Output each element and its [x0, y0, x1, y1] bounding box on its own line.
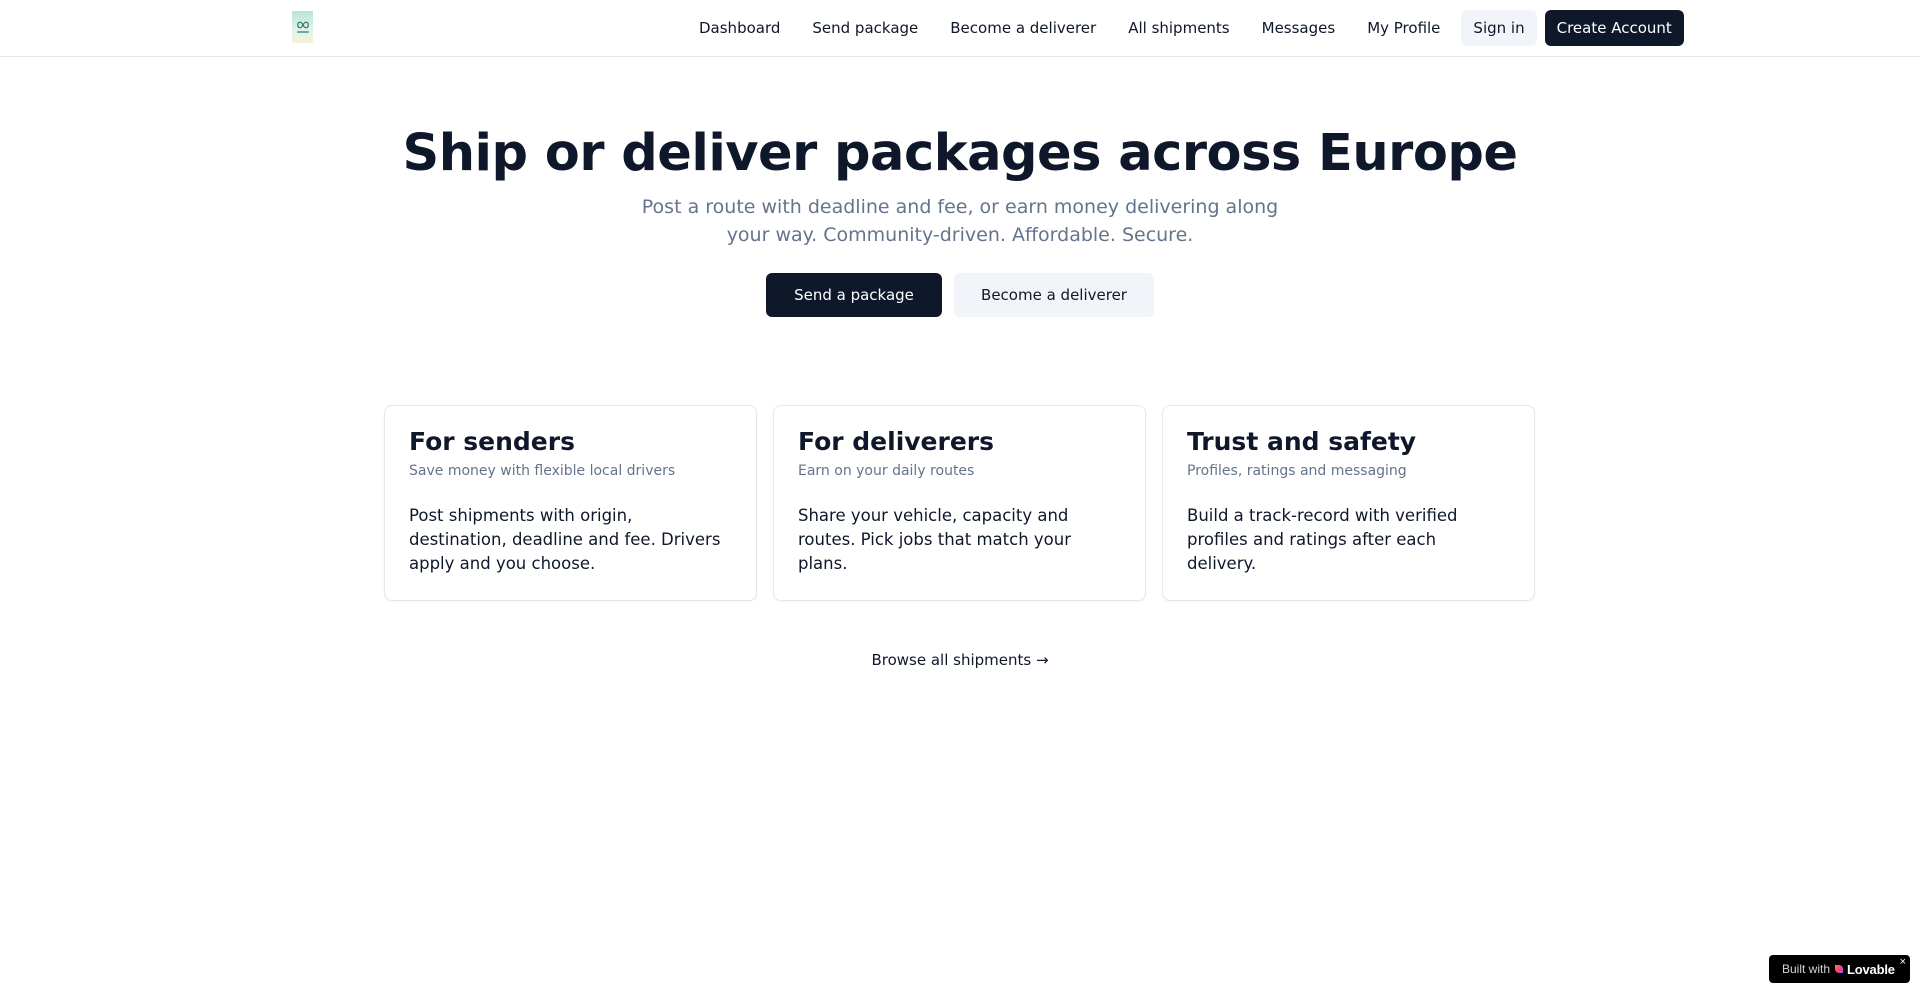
- nav-all-shipments[interactable]: All shipments: [1112, 10, 1245, 46]
- top-navbar: Dashboard Send package Become a delivere…: [0, 0, 1920, 57]
- lovable-heart-icon: [1835, 965, 1844, 973]
- brand-logo-icon[interactable]: [292, 11, 313, 43]
- nav-messages[interactable]: Messages: [1246, 10, 1352, 46]
- nav-dashboard[interactable]: Dashboard: [683, 10, 796, 46]
- built-with-lovable-badge[interactable]: Built with Lovable ×: [1769, 955, 1910, 983]
- card-title: Trust and safety: [1187, 427, 1417, 456]
- hero-actions: Send a package Become a deliverer: [0, 273, 1920, 317]
- browse-section: Browse all shipments →: [0, 650, 1920, 669]
- nav-become-deliverer[interactable]: Become a deliverer: [934, 10, 1112, 46]
- card-subtitle: Save money with flexible local drivers: [409, 463, 676, 479]
- badge-brand: Lovable: [1847, 961, 1895, 977]
- hero-title: Ship or deliver packages across Europe: [402, 124, 1518, 183]
- main-nav: Dashboard Send package Become a delivere…: [683, 10, 1684, 46]
- become-deliverer-button[interactable]: Become a deliverer: [954, 273, 1154, 317]
- card-title: For deliverers: [798, 427, 995, 456]
- close-icon[interactable]: ×: [1900, 956, 1906, 968]
- card-body: Post shipments with origin, destination,…: [409, 506, 721, 573]
- card-subtitle: Profiles, ratings and messaging: [1187, 463, 1407, 479]
- create-account-button[interactable]: Create Account: [1544, 10, 1684, 46]
- browse-all-shipments-link[interactable]: Browse all shipments →: [871, 651, 1048, 669]
- card-body: Build a track-record with verified profi…: [1187, 506, 1458, 573]
- sign-in-button[interactable]: Sign in: [1461, 10, 1537, 46]
- card-title: For senders: [409, 427, 575, 456]
- card-body: Share your vehicle, capacity and routes.…: [798, 506, 1071, 573]
- badge-prefix: Built with: [1782, 962, 1831, 976]
- feature-card-trust-safety: Trust and safety Profiles, ratings and m…: [1162, 405, 1535, 601]
- feature-card-deliverers: For deliverers Earn on your daily routes…: [773, 405, 1146, 601]
- hero-subtitle: Post a route with deadline and fee, or e…: [641, 196, 1279, 246]
- send-package-button[interactable]: Send a package: [766, 273, 942, 317]
- infinity-icon: [296, 21, 309, 29]
- nav-send-package[interactable]: Send package: [796, 10, 934, 46]
- feature-cards: For senders Save money with flexible loc…: [384, 405, 1536, 601]
- nav-my-profile[interactable]: My Profile: [1351, 10, 1456, 46]
- feature-card-senders: For senders Save money with flexible loc…: [384, 405, 757, 601]
- logo-wordmark: [296, 31, 309, 33]
- card-subtitle: Earn on your daily routes: [798, 463, 975, 479]
